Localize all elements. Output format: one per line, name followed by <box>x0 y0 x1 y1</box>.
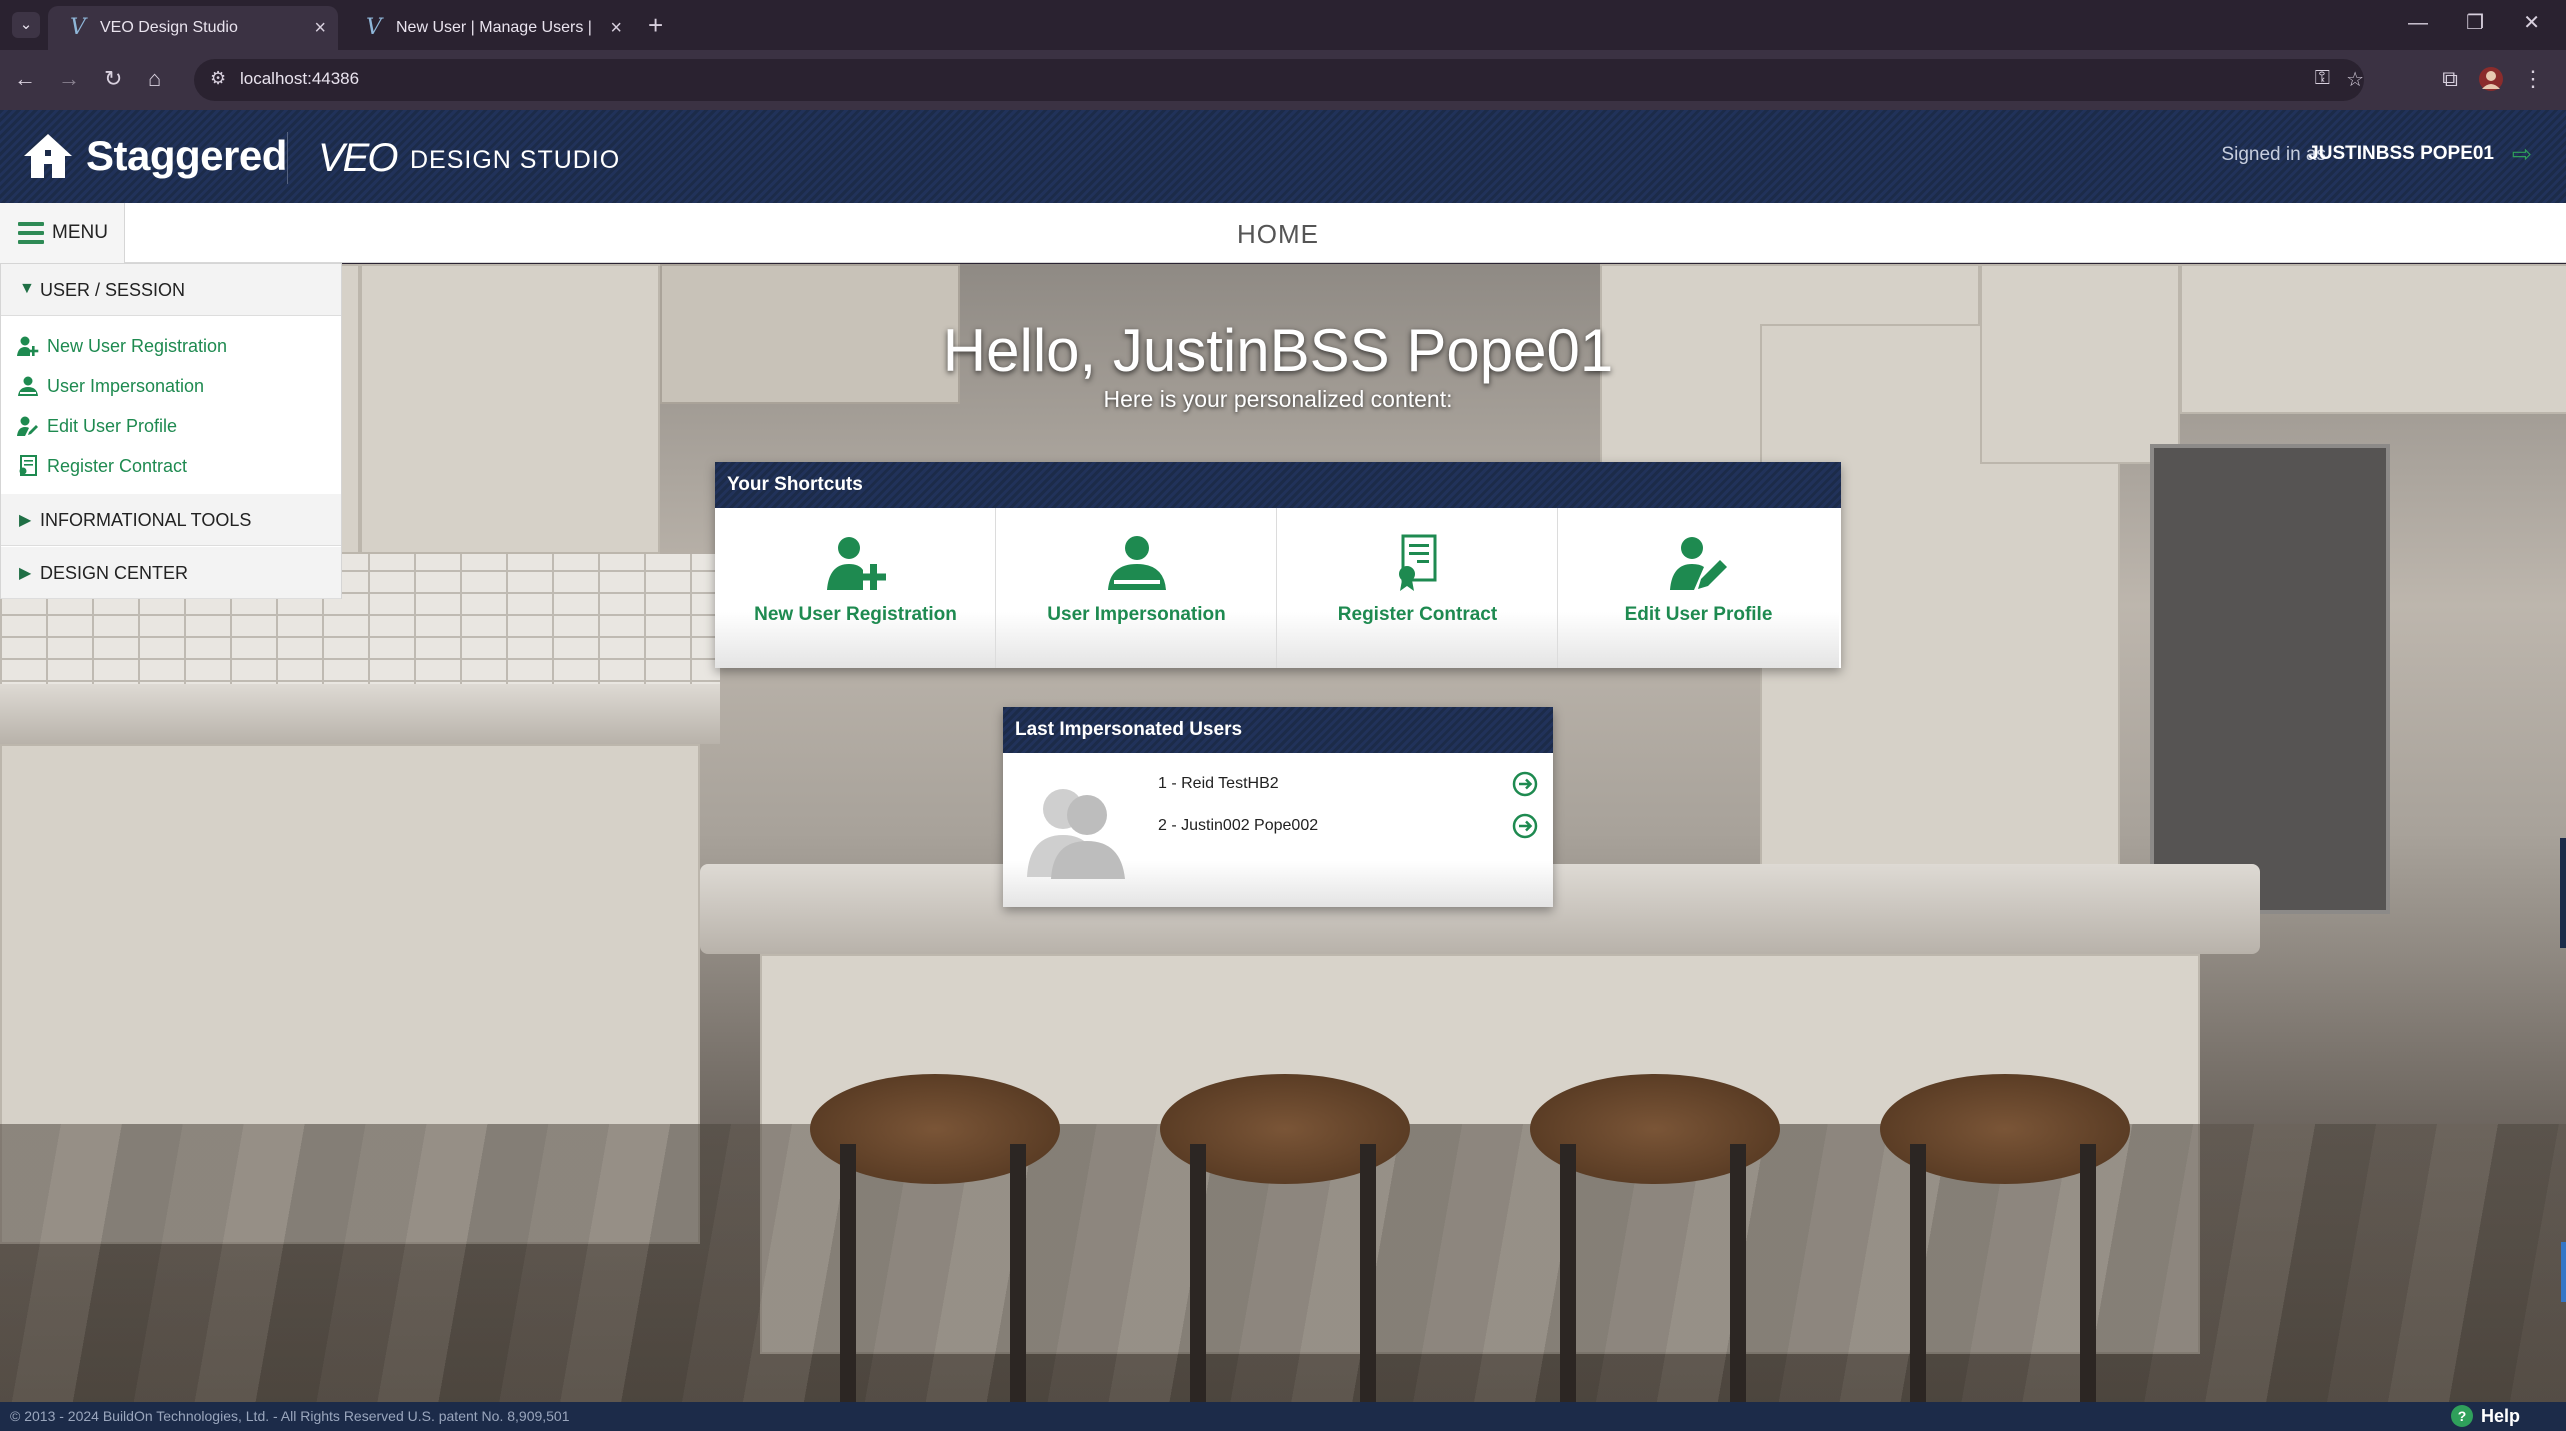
home-icon[interactable]: ⌂ <box>148 64 161 94</box>
sidebar-menu: ▼ USER / SESSION New User Registration U… <box>0 263 342 599</box>
menu-label: MENU <box>52 222 108 243</box>
brand-name[interactable]: Staggered <box>86 132 287 180</box>
caret-right-icon: ▶ <box>19 565 32 582</box>
last-impersonated-title: Last Impersonated Users <box>1003 707 1553 753</box>
forward-icon[interactable]: → <box>58 64 80 94</box>
new-tab-icon[interactable]: + <box>648 10 663 40</box>
sidebar-item-edit-user-profile[interactable]: Edit User Profile <box>1 406 341 446</box>
last-impersonated-body: 1 - Reid TestHB2 2 - Justin002 Pope002 <box>1003 753 1553 907</box>
tab-title: New User | Manage Users | VEO <box>396 19 596 36</box>
password-key-icon[interactable]: ⚿ <box>2315 67 2330 90</box>
shortcut-edit-user-profile[interactable]: Edit User Profile <box>1558 508 1839 668</box>
impersonated-user-name[interactable]: 1 - Reid TestHB2 <box>1158 775 1279 793</box>
restore-icon[interactable]: ❐ <box>2466 8 2484 38</box>
logout-icon[interactable]: ⇨ <box>2512 140 2532 169</box>
sidebar-item-register-contract[interactable]: Register Contract <box>1 446 341 486</box>
url-text[interactable]: localhost:44386 <box>240 69 359 89</box>
veo-favicon-icon: V <box>70 15 86 40</box>
sidebar-item-user-impersonation[interactable]: User Impersonation <box>1 366 341 406</box>
shortcut-label: Register Contract <box>1337 604 1498 625</box>
browser-menu-icon[interactable]: ⋮ <box>2522 64 2544 94</box>
section-label: DESIGN CENTER <box>40 563 189 583</box>
back-icon[interactable]: ← <box>14 64 36 94</box>
hamburger-icon <box>18 222 44 244</box>
sidebar-item-label: New User Registration <box>47 336 228 356</box>
add-user-icon <box>17 336 39 356</box>
contract-icon <box>19 455 37 476</box>
shortcuts-panel: Your Shortcuts New User Registration Use… <box>715 462 1841 668</box>
shortcut-label: User Impersonation <box>1047 604 1226 625</box>
sidebar-section-informational-tools[interactable]: ▶ INFORMATIONAL TOOLS <box>1 494 341 546</box>
shortcut-register-contract[interactable]: Register Contract <box>1277 508 1558 668</box>
user-silhouette-icon <box>1027 789 1125 879</box>
footer: © 2013 - 2024 BuildOn Technologies, Ltd.… <box>0 1402 2566 1431</box>
menu-button[interactable]: MENU <box>0 203 125 263</box>
impersonated-user-name[interactable]: 2 - Justin002 Pope002 <box>1158 817 1318 835</box>
signed-in-user[interactable]: JUSTINBSS POPE01 <box>2308 143 2494 165</box>
shortcut-new-user-registration[interactable]: New User Registration <box>715 508 996 668</box>
go-arrow-circle-icon[interactable] <box>1512 813 1538 839</box>
go-arrow-circle-icon[interactable] <box>1512 771 1538 797</box>
tab-list-button[interactable]: ⌄ <box>12 12 40 38</box>
extensions-icon[interactable]: ⧉ <box>2442 64 2458 94</box>
app-header: Staggered VEO DESIGN STUDIO Signed in as… <box>0 110 2566 203</box>
staggered-house-logo-icon <box>24 134 72 178</box>
shortcut-label: New User Registration <box>754 604 957 625</box>
help-label: Help <box>2480 1406 2520 1426</box>
sidebar-item-label: User Impersonation <box>47 376 205 396</box>
sidebar-item-label: Register Contract <box>47 456 188 476</box>
user-impersonation-icon <box>18 376 38 396</box>
tab-title: VEO Design Studio <box>100 19 238 36</box>
product-subtitle: DESIGN STUDIO <box>410 146 621 174</box>
last-impersonated-panel: Last Impersonated Users 1 - Reid TestHB2… <box>1003 707 1553 907</box>
sidebar-section-user-session[interactable]: ▼ USER / SESSION <box>1 264 341 316</box>
shortcut-user-impersonation[interactable]: User Impersonation <box>996 508 1277 668</box>
caret-down-icon: ▼ <box>19 280 35 297</box>
sidebar-item-new-user-registration[interactable]: New User Registration <box>1 326 341 366</box>
page-title: HOME <box>1237 219 1319 249</box>
add-user-icon <box>827 537 886 590</box>
veo-logo: VEO <box>318 136 398 180</box>
last-impersonated-row[interactable]: 2 - Justin002 Pope002 <box>1158 813 1538 843</box>
contract-icon <box>1399 534 1437 591</box>
address-bar[interactable]: ⚙ localhost:44386 ⚿ ☆ <box>194 59 2364 101</box>
site-info-icon[interactable]: ⚙ <box>210 68 226 89</box>
shortcuts-row: New User Registration User Impersonation… <box>715 508 1841 668</box>
browser-tab-bar: ⌄ V VEO Design Studio × V New User | Man… <box>0 0 2566 50</box>
scrollbar-marker <box>2561 1242 2566 1302</box>
shortcut-label: Edit User Profile <box>1624 604 1773 625</box>
tab-close-icon[interactable]: × <box>610 6 622 50</box>
sidebar-section-design-center[interactable]: ▶ DESIGN CENTER <box>1 547 341 599</box>
greeting-heading: Hello, JustinBSS Pope01 <box>942 317 1614 384</box>
shortcuts-title: Your Shortcuts <box>715 462 1841 508</box>
tab-close-icon[interactable]: × <box>314 6 326 50</box>
browser-tab-active[interactable]: V VEO Design Studio × <box>48 6 338 50</box>
header-divider <box>287 132 288 184</box>
minimize-icon[interactable]: — <box>2408 8 2428 38</box>
page-scrollbar-thumb[interactable] <box>2560 838 2566 948</box>
browser-window: ⌄ V VEO Design Studio × V New User | Man… <box>0 0 2566 1431</box>
help-question-icon: ? <box>2450 1405 2473 1427</box>
bookmark-star-icon[interactable]: ☆ <box>2346 67 2364 92</box>
last-impersonated-row[interactable]: 1 - Reid TestHB2 <box>1158 771 1538 801</box>
edit-user-icon <box>17 416 38 436</box>
browser-tab-inactive[interactable]: V New User | Manage Users | VEO × <box>344 6 634 50</box>
greeting-subtitle: Here is your personalized content: <box>1103 386 1453 412</box>
copyright-text: © 2013 - 2024 BuildOn Technologies, Ltd.… <box>10 1408 570 1424</box>
veo-favicon-icon: V <box>366 15 382 40</box>
profile-avatar-icon[interactable] <box>2478 66 2504 100</box>
browser-nav-bar: ← → ↻ ⌂ ⚙ localhost:44386 ⚿ ☆ ⧉ ⋮ <box>0 50 2566 110</box>
section-label: USER / SESSION <box>40 280 186 300</box>
user-impersonation-icon <box>1108 536 1166 590</box>
caret-right-icon: ▶ <box>19 512 32 529</box>
sidebar-item-label: Edit User Profile <box>47 416 178 436</box>
help-button[interactable]: ? Help <box>2450 1405 2520 1427</box>
section-label: INFORMATIONAL TOOLS <box>40 510 252 530</box>
edit-user-icon <box>1670 537 1727 590</box>
home-bar: HOME <box>0 203 2566 263</box>
window-close-icon[interactable]: ✕ <box>2523 8 2540 38</box>
reload-icon[interactable]: ↻ <box>104 64 122 94</box>
